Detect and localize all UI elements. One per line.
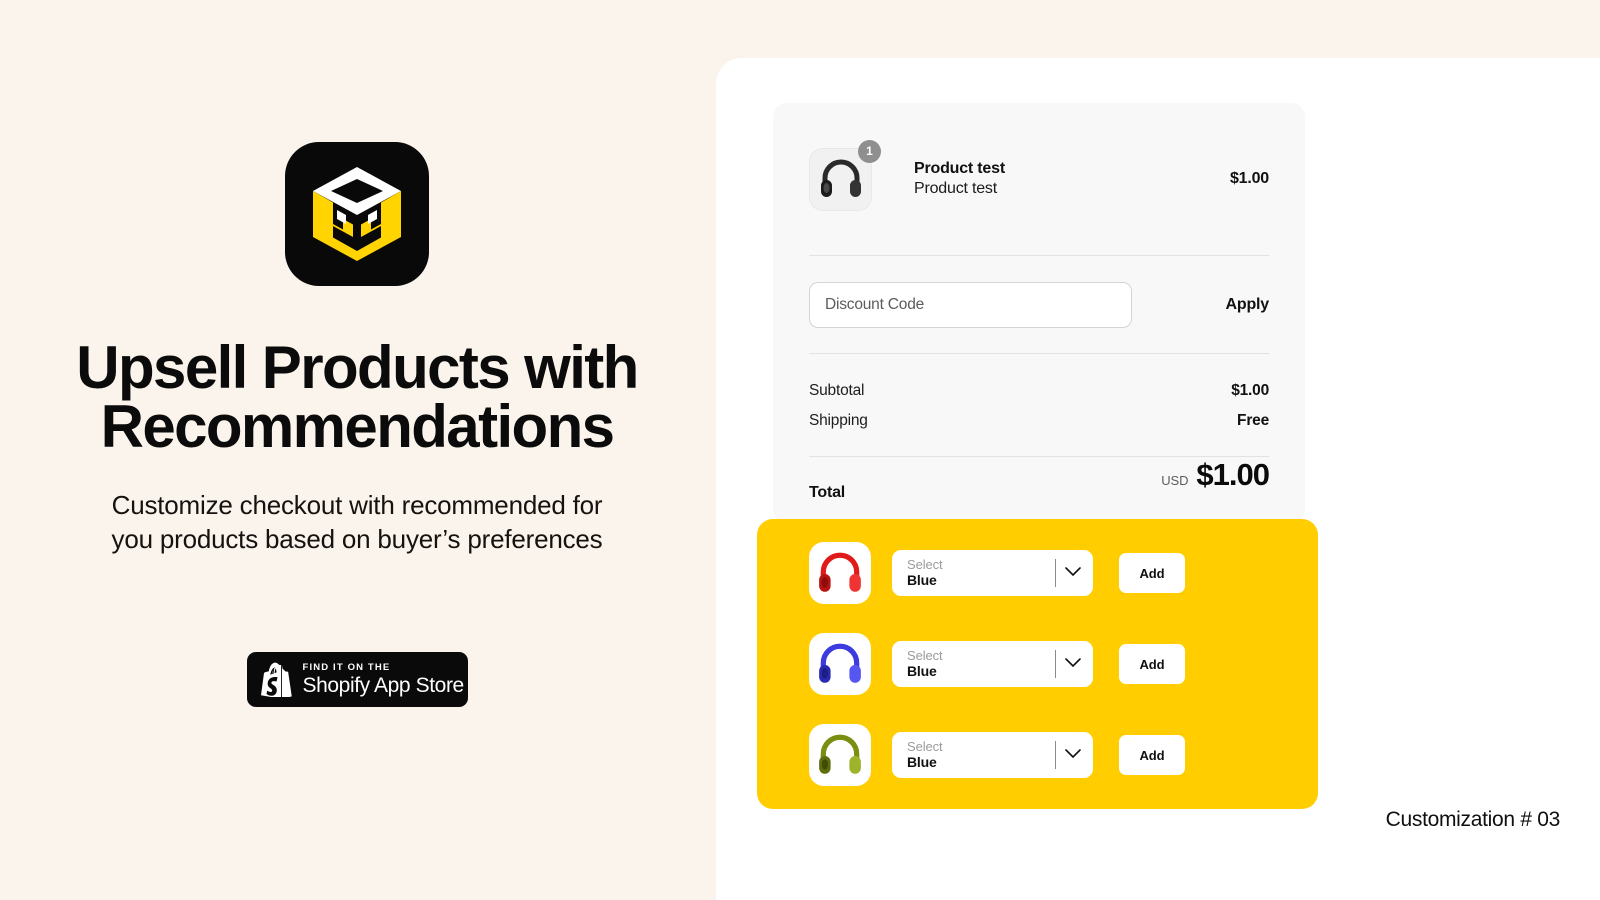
apply-discount-button[interactable]: Apply bbox=[1226, 296, 1270, 314]
line-item-variant: Product test bbox=[914, 180, 997, 197]
upsell-variant-select[interactable]: Select Blue bbox=[892, 732, 1093, 778]
upsell-select-labels: Select Blue bbox=[907, 647, 943, 680]
blue-headphones-icon bbox=[819, 643, 861, 683]
shipping-row: Shipping Free bbox=[809, 406, 1269, 436]
subtotal-value: $1.00 bbox=[1231, 382, 1269, 399]
upsell-select-placeholder: Select bbox=[907, 556, 943, 572]
totals-list: Subtotal $1.00 Shipping Free bbox=[809, 354, 1269, 456]
upsell-thumbnail-blue[interactable] bbox=[809, 633, 871, 695]
upsell-variant-select[interactable]: Select Blue bbox=[892, 641, 1093, 687]
shopify-bag-icon bbox=[260, 663, 292, 698]
upsell-row: Select Blue Add bbox=[757, 724, 1318, 786]
upsell-select-value: Blue bbox=[907, 753, 937, 770]
upsell-row: Select Blue Add bbox=[757, 633, 1318, 695]
chevron-down-icon bbox=[1065, 655, 1081, 673]
discount-row: Apply bbox=[809, 256, 1269, 353]
subtotal-row: Subtotal $1.00 bbox=[809, 376, 1269, 406]
line-item-thumbnail-wrap: 1 bbox=[809, 139, 881, 211]
upsell-thumbnail-red[interactable] bbox=[809, 542, 871, 604]
badge-label: Shopify App Store bbox=[302, 673, 465, 697]
select-divider bbox=[1055, 559, 1056, 587]
upsell-select-placeholder: Select bbox=[907, 738, 943, 754]
app-logo-tile bbox=[285, 142, 429, 286]
discount-code-input[interactable] bbox=[809, 281, 1132, 328]
badge-eyebrow: FIND IT ON THE bbox=[302, 662, 391, 674]
line-item-title: Product test bbox=[914, 160, 1005, 177]
upsell-add-button[interactable]: Add bbox=[1119, 735, 1185, 775]
select-divider bbox=[1055, 741, 1056, 769]
grand-total-label: Total bbox=[809, 484, 846, 501]
chevron-down-icon bbox=[1065, 564, 1081, 582]
upsell-select-placeholder: Select bbox=[907, 647, 943, 663]
customization-caption: Customization # 03 bbox=[1385, 808, 1561, 831]
upsell-select-labels: Select Blue bbox=[907, 738, 943, 771]
upsell-add-button[interactable]: Add bbox=[1119, 644, 1185, 684]
grand-total-currency: USD bbox=[1161, 473, 1189, 488]
select-divider bbox=[1055, 650, 1056, 678]
promo-stage: Upsell Products with Recommendations Cus… bbox=[0, 0, 1600, 900]
upsell-thumbnail-green[interactable] bbox=[809, 724, 871, 786]
shopify-app-store-badge[interactable]: FIND IT ON THE Shopify App Store bbox=[246, 652, 468, 708]
black-headphones-icon bbox=[820, 159, 861, 197]
red-headphones-icon bbox=[819, 552, 861, 592]
cart-line-item: 1 Product test Product test $1.00 bbox=[809, 103, 1269, 255]
green-headphones-icon bbox=[819, 734, 861, 774]
grand-total-amount-group: USD $1.00 bbox=[1161, 457, 1270, 493]
shipping-label: Shipping bbox=[809, 412, 868, 429]
line-item-names: Product test Product test bbox=[914, 160, 1005, 198]
quantity-badge: 1 bbox=[858, 139, 881, 163]
hero-subtitle: Customize checkout with recommended for … bbox=[111, 489, 603, 554]
upsell-row: Select Blue Add bbox=[757, 542, 1318, 604]
upsell-select-labels: Select Blue bbox=[907, 556, 943, 589]
upsell-recommendations-panel: Select Blue Add Select Blue Add Select B… bbox=[757, 519, 1318, 809]
upsell-select-value: Blue bbox=[907, 662, 937, 679]
upsell-add-button[interactable]: Add bbox=[1119, 553, 1185, 593]
hero-section: Upsell Products with Recommendations Cus… bbox=[0, 0, 714, 900]
hero-title: Upsell Products with Recommendations bbox=[76, 334, 639, 461]
subtotal-label: Subtotal bbox=[809, 382, 865, 399]
grand-total-amount: $1.00 bbox=[1196, 457, 1270, 492]
line-item-price: $1.00 bbox=[1229, 170, 1269, 187]
upsell-variant-select[interactable]: Select Blue bbox=[892, 550, 1093, 596]
shipping-value: Free bbox=[1237, 412, 1269, 429]
upsell-select-value: Blue bbox=[907, 571, 937, 588]
checkout-summary-card: 1 Product test Product test $1.00 Apply … bbox=[773, 103, 1305, 530]
app-logo-cube-icon bbox=[313, 167, 401, 261]
chevron-down-icon bbox=[1065, 746, 1081, 764]
